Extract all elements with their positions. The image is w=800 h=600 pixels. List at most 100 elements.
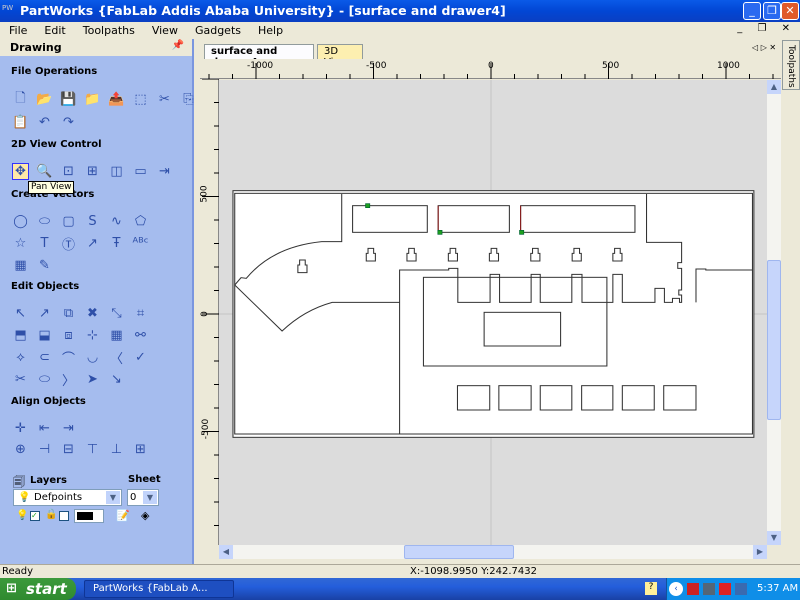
array-icon[interactable]: ▦ [12,257,29,274]
paste-icon[interactable]: 📋 [12,114,29,131]
angle-icon[interactable]: 〈 [108,349,125,367]
scale-icon[interactable]: ⌗ [132,305,149,322]
transform-icon[interactable]: ⧉ [60,305,77,322]
pin-icon[interactable]: 📌 [172,40,184,51]
sheet-select[interactable]: 0 ▼ [127,489,159,506]
menu-file[interactable]: File [0,24,35,37]
new-file-icon[interactable]: 🗋 [12,91,29,108]
show-hidden-icons-button[interactable]: ‹ [669,582,683,596]
text-box-icon[interactable]: Ⓣ [60,235,77,253]
node-edit-icon[interactable]: ↖ [12,305,29,322]
horizontal-scrollbar[interactable]: ◀ ▶ [219,545,767,559]
scroll-up-button[interactable]: ▲ [767,80,781,94]
align-top-icon[interactable]: ⊤ [84,441,101,458]
menu-view[interactable]: View [143,24,186,37]
menu-gadgets[interactable]: Gadgets [186,24,249,37]
star-icon[interactable]: ☆ [12,235,29,252]
resize-icon[interactable]: ⬓ [36,327,53,344]
boundary-icon[interactable]: ⬭ [36,371,53,388]
text-on-curve-icon[interactable]: ↗ [84,235,101,252]
save-as-icon[interactable]: 📁 [84,91,101,108]
polyline-icon[interactable]: ∿ [108,213,125,230]
group-icon[interactable]: ▦ [108,327,125,344]
undo-icon[interactable]: ↶ [36,114,53,131]
view-icon-5[interactable]: ◫ [108,163,125,180]
scroll-right-button[interactable]: ▶ [753,545,767,559]
weld-icon[interactable]: ⚯ [132,327,149,344]
open-vector-icon[interactable]: 〉 [60,371,77,389]
vertical-scroll-thumb[interactable] [767,260,781,420]
align-left-icon[interactable]: ⇤ [36,420,53,437]
align-c1-icon[interactable]: ⊕ [12,441,29,458]
app-tray-icon[interactable] [735,583,747,595]
minimize-button[interactable]: _ [743,2,761,20]
layer-visible-checkbox[interactable]: ✓ [30,511,40,521]
delete-icon[interactable]: ✖ [84,305,101,322]
maximize-button[interactable]: ❐ [763,2,781,20]
ungroup-icon[interactable]: ◡ [84,349,101,366]
layer-properties-icon[interactable]: 📝 [116,509,130,522]
import-icon[interactable]: 📤 [108,91,125,108]
layer-manager-icon[interactable]: ◈ [141,509,149,522]
horizontal-scroll-thumb[interactable] [404,545,514,559]
align-mid-icon[interactable]: ⊟ [60,441,77,458]
arrow-down-icon[interactable]: ↘ [108,371,125,388]
layer-select[interactable]: 💡 Defpoints ▼ [13,489,122,506]
offset-icon[interactable]: ⟡ [12,349,29,366]
toolpaths-side-tab[interactable]: Toolpaths [782,40,800,90]
align-center-icon[interactable]: ✛ [12,420,29,437]
tab-3d-view[interactable]: 3D View [317,44,363,68]
drawing-canvas[interactable] [219,80,767,545]
arrow-icon[interactable]: ➤ [84,371,101,388]
text-edit-icon[interactable]: Ŧ [108,235,125,252]
zoom-icon[interactable]: 🔍 [36,163,53,180]
antivirus-tray-icon[interactable] [719,583,731,595]
menu-help[interactable]: Help [249,24,291,37]
mirror-icon[interactable]: ⧈ [60,327,77,344]
start-button[interactable]: ⊞ start [0,578,76,600]
text-icon[interactable]: T [36,235,53,252]
check-icon[interactable]: ✓ [132,349,149,366]
draw-icon[interactable]: ✎ [36,257,53,274]
taskbar-partworks-button[interactable]: PartWorks {FabLab A... [84,580,234,598]
zoom-extents-icon[interactable]: ⊡ [60,163,77,180]
shield-tray-icon[interactable] [687,583,699,595]
measure-icon[interactable]: ⤡ [108,305,125,322]
network-tray-icon[interactable] [703,583,715,595]
copy-icon[interactable]: ⎘ [180,91,197,108]
align-hcenter-icon[interactable]: ⊞ [132,441,149,458]
redo-icon[interactable]: ↷ [60,114,77,131]
text-abc-icon[interactable]: ᴬᴮᶜ [132,235,149,252]
mdi-controls[interactable]: _ ❐ ✕ [737,23,796,34]
layer-visible-icon[interactable]: 💡 [16,510,28,521]
scroll-left-button[interactable]: ◀ [219,545,233,559]
zoom-box-icon[interactable]: ⊞ [84,163,101,180]
view-icon-7[interactable]: ⇥ [156,163,173,180]
fillet-icon[interactable]: ⌒ [60,349,77,367]
node-select-icon[interactable]: ↗ [36,305,53,322]
scissors-icon[interactable]: ✂ [12,371,29,388]
distort-icon[interactable]: ⬒ [12,327,29,344]
close-button[interactable]: ✕ [781,2,799,20]
layer-lock-checkbox[interactable] [59,511,69,521]
menu-edit[interactable]: Edit [35,24,73,37]
align-left2-icon[interactable]: ⊣ [36,441,53,458]
vertical-scrollbar[interactable]: ▲ ▼ [767,80,781,545]
menu-toolpaths[interactable]: Toolpaths [74,24,143,37]
circle-icon[interactable]: ◯ [12,213,29,230]
rectangle-icon[interactable]: ▢ [60,213,77,230]
help-tray-icon[interactable]: ? [645,582,657,595]
trim-icon[interactable]: ⊹ [84,327,101,344]
ellipse-icon[interactable]: ⬭ [36,213,53,230]
layer-color-picker[interactable] [74,509,104,523]
curve-icon[interactable]: S [84,213,101,230]
scroll-down-button[interactable]: ▼ [767,531,781,545]
polygon-icon[interactable]: ⬠ [132,213,149,230]
tab-surface-and-drawer4[interactable]: surface and drawer4 [204,44,314,68]
align-bottom-icon[interactable]: ⊥ [108,441,125,458]
join-icon[interactable]: ⊂ [36,349,53,366]
save-icon[interactable]: 💾 [60,91,77,108]
align-right-icon[interactable]: ⇥ [60,420,77,437]
cut-icon[interactable]: ✂ [156,91,173,108]
open-folder-icon[interactable]: 📂 [36,91,53,108]
